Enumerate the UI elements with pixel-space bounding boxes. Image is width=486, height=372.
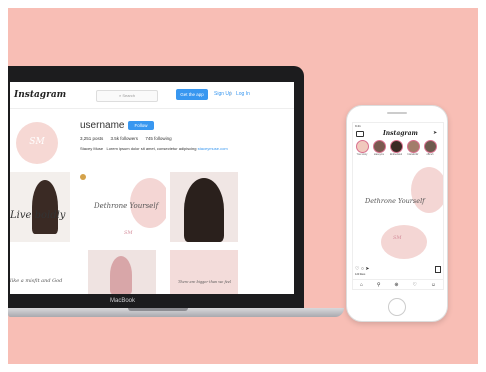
post-tile-1[interactable]: Live boldly — [10, 172, 70, 242]
post-tile-4[interactable]: like a misfit and God — [10, 250, 70, 294]
likes-count: 123 likes — [355, 273, 366, 276]
decor-blob — [411, 167, 443, 213]
profile-icon[interactable]: ☺ — [431, 282, 436, 288]
home-button[interactable] — [388, 298, 406, 316]
add-icon[interactable]: ⊕ — [394, 282, 398, 288]
story-avatar[interactable] — [390, 140, 403, 153]
share-icon[interactable]: ➤ — [365, 266, 369, 272]
post-script-text: Dethrone Yourself — [365, 197, 425, 205]
comment-icon[interactable]: ○ — [361, 266, 364, 272]
feed-post[interactable]: Dethrone Yourself SM — [353, 163, 443, 263]
post-tile-2[interactable]: Dethrone Yourself SM — [78, 172, 166, 242]
person-photo — [184, 178, 224, 242]
tile-script-text: Live boldly — [10, 210, 66, 221]
heart-icon[interactable]: ♡ — [413, 282, 417, 288]
story-avatar[interactable] — [356, 140, 369, 153]
bio-name: Stacey Muse — [80, 146, 104, 151]
ig-logo[interactable]: Instagram — [14, 90, 66, 100]
tile-script-text: Dethrone Yourself — [94, 202, 159, 210]
direct-icon[interactable]: ➤ — [433, 130, 437, 136]
stat-posts: 3,251 posts — [80, 136, 104, 141]
bottom-nav: ⌂ ⚲ ⊕ ♡ ☺ — [353, 279, 443, 289]
bookmark-icon[interactable] — [435, 266, 441, 273]
camera-icon[interactable] — [356, 131, 364, 137]
story-label: Your story — [356, 153, 368, 156]
search-input[interactable]: ⌕ Search — [96, 90, 158, 102]
story-avatar[interactable] — [373, 140, 386, 153]
post-tile-5[interactable] — [88, 250, 156, 294]
home-icon[interactable]: ⌂ — [360, 282, 363, 288]
log-in-link[interactable]: Log In — [236, 91, 250, 97]
laptop-screen: Instagram ⌕ Search Get the app Sign Up |… — [10, 82, 294, 294]
tile-quote-left: like a misfit and God — [10, 278, 63, 284]
story-label: kindredsoul — [389, 153, 403, 156]
story-label: brandonbr — [407, 153, 419, 156]
post-tile-6[interactable]: There are bigger than we feel — [170, 250, 238, 294]
stat-followers[interactable]: 3.5k followers — [111, 136, 139, 141]
laptop-brand-label: MacBook — [110, 298, 136, 304]
story-avatar[interactable] — [407, 140, 420, 153]
tile-mini-logo: SM — [124, 230, 133, 236]
laptop-notch — [128, 308, 188, 311]
profile-username: username — [80, 120, 125, 131]
status-time: 9:41 — [355, 124, 361, 128]
post-mini-logo: SM — [393, 235, 402, 241]
profile-stats: 3,251 posts 3.5k followers 745 following — [80, 136, 178, 141]
ig-header: Instagram ⌕ Search Get the app Sign Up |… — [10, 82, 294, 109]
post-actions: ♡ ○ ➤ — [355, 266, 370, 272]
search-icon[interactable]: ⚲ — [377, 282, 381, 288]
story-label: officeh — [426, 153, 434, 156]
bio-link[interactable]: staceymuse.com — [198, 146, 228, 151]
story-avatar[interactable] — [424, 140, 437, 153]
phone-device: 9:41 Instagram ➤ Your story staceymu kin… — [346, 105, 448, 322]
get-app-button[interactable]: Get the app — [176, 89, 208, 100]
bio-text: Lorem ipsum dolor sit amet, consectetur … — [106, 146, 197, 151]
post-tile-3[interactable] — [170, 172, 238, 242]
avatar-monogram: SM — [29, 137, 45, 147]
person-photo — [110, 256, 132, 294]
tile-quote-right: There are bigger than we feel — [178, 280, 232, 284]
phone-speaker — [387, 112, 407, 114]
mockup-canvas: Instagram ⌕ Search Get the app Sign Up |… — [8, 8, 478, 364]
stat-following[interactable]: 745 following — [145, 136, 171, 141]
phone-screen: 9:41 Instagram ➤ Your story staceymu kin… — [352, 122, 444, 290]
person-photo — [32, 180, 58, 234]
phone-ig-logo[interactable]: Instagram — [383, 130, 418, 137]
follow-button[interactable]: Follow — [128, 121, 154, 130]
separator: | — [230, 91, 232, 97]
story-label: staceymu — [373, 153, 385, 156]
search-placeholder: Search — [122, 93, 136, 98]
avatar[interactable]: SM — [16, 122, 58, 164]
gold-accent — [80, 174, 86, 180]
heart-icon[interactable]: ♡ — [355, 266, 359, 272]
profile-bio: Stacey Muse Lorem ipsum dolor sit amet, … — [80, 146, 228, 151]
decor-blob — [381, 225, 427, 259]
